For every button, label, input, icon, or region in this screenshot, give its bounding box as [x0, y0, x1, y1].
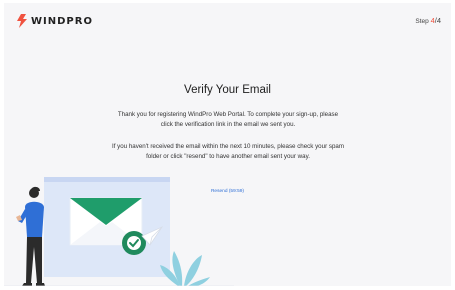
- illustration-panel-bar: [44, 177, 170, 182]
- step-total: 4: [436, 16, 441, 25]
- person-figure: [16, 186, 45, 286]
- lightning-bolt-icon: [17, 14, 27, 28]
- email-illustration: [4, 177, 234, 286]
- step-label: Step: [415, 18, 429, 25]
- step-indicator: Step 4/4: [415, 16, 441, 25]
- check-circle-icon: [122, 231, 146, 255]
- intro-paragraph: Thank you for registering WindPro Web Po…: [117, 111, 339, 128]
- brand-logo[interactable]: WINDPRO: [16, 13, 93, 29]
- spam-hint-paragraph: If you haven't received the email within…: [112, 143, 344, 160]
- verify-email-page: WINDPRO Step 4/4 Verify Your Email Thank…: [0, 0, 455, 290]
- page-title: Verify Your Email: [184, 84, 271, 96]
- header: WINDPRO Step 4/4: [4, 3, 451, 37]
- page-frame: WINDPRO Step 4/4 Verify Your Email Thank…: [4, 3, 451, 286]
- brand-name: WINDPRO: [31, 15, 93, 27]
